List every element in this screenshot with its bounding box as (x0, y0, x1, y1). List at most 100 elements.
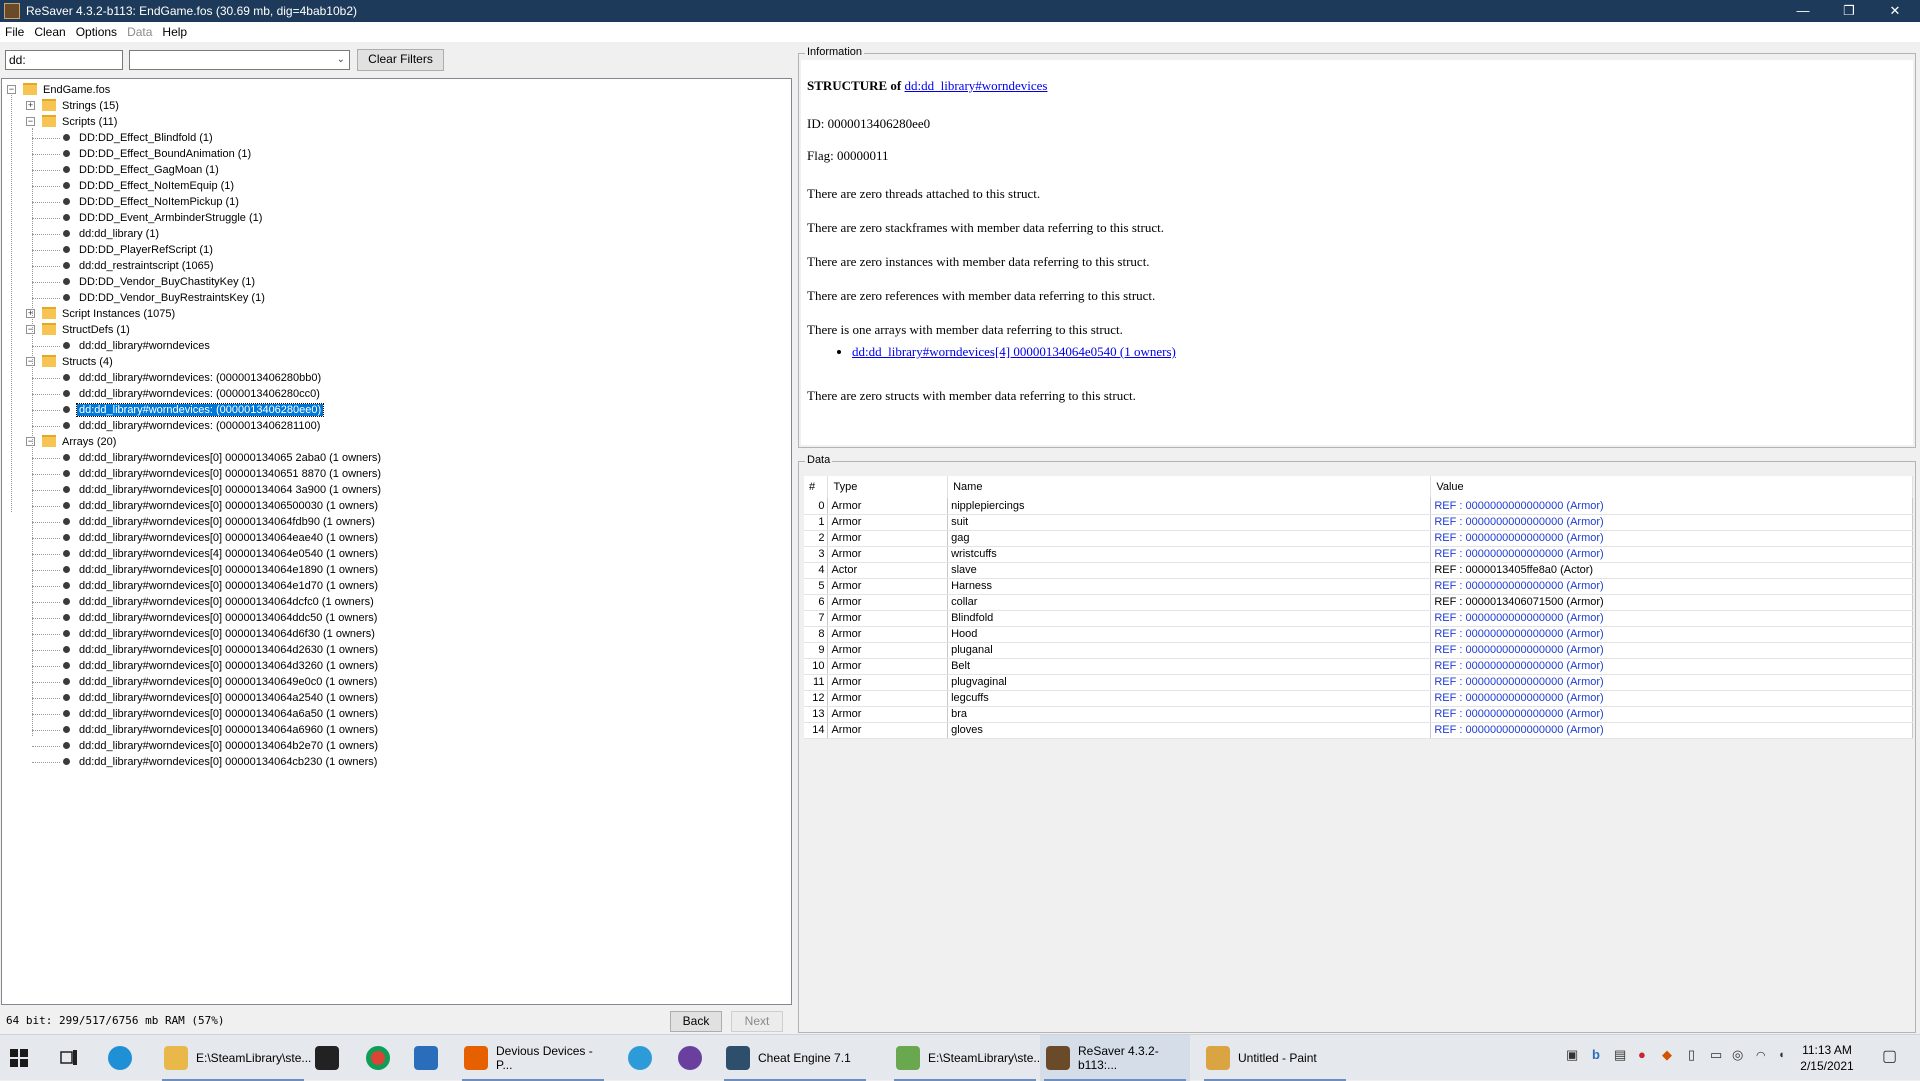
expand-icon[interactable]: + (26, 101, 35, 110)
chrome-pinned[interactable] (366, 1035, 396, 1081)
network-drive-icon[interactable]: ▣ (1566, 1047, 1578, 1063)
table-row[interactable]: 6 Armor collar REF : 0000013406071500 (Armo… (804, 594, 1913, 611)
tree-array-item[interactable]: dd:dd_library#worndevices[0] 00000134064… (63, 674, 379, 690)
table-row[interactable]: 8 Armor Hood REF : 0000000000000000 (Armor) (804, 626, 1913, 643)
tree-array-item[interactable]: dd:dd_library#worndevices[0] 00000134065… (63, 466, 383, 482)
data-table[interactable]: # Type Name Value 0 Armor nipplepiercings R… (804, 476, 1913, 739)
menu-clean[interactable]: Clean (29, 25, 70, 39)
tree-script-item[interactable]: DD:DD_Effect_NoItemPickup (1) (63, 194, 241, 210)
taskbar-app-button[interactable]: Devious Devices - P... (458, 1035, 608, 1081)
battery-icon[interactable]: ▭ (1710, 1047, 1722, 1063)
tree-node-strings[interactable]: Strings (15) (42, 98, 121, 114)
bing-icon[interactable]: b (1592, 1047, 1600, 1062)
usb-icon[interactable]: ▯ (1688, 1047, 1695, 1063)
tree-array-item[interactable]: dd:dd_library#worndevices[0] 00000134064… (63, 690, 380, 706)
menu-help[interactable]: Help (157, 25, 192, 39)
collapse-icon[interactable]: − (26, 437, 35, 446)
tree-array-item[interactable]: dd:dd_library#worndevices[0] 00000134064… (63, 562, 380, 578)
table-row[interactable]: 13 Armor bra REF : 0000000000000000 (Armor) (804, 706, 1913, 723)
store-pinned[interactable] (315, 1035, 345, 1081)
taskbar-app-button[interactable]: ReSaver 4.3.2-b113:... (1040, 1035, 1190, 1081)
tree-array-item[interactable]: dd:dd_library#worndevices[0] 00000134064… (63, 530, 380, 546)
tree-struct-item[interactable]: dd:dd_library#worndevices: (000001340628… (63, 418, 322, 434)
tree-node-script-instances[interactable]: Script Instances (1075) (42, 306, 177, 322)
table-row[interactable]: 12 Armor legcuffs REF : 0000000000000000 (A… (804, 690, 1913, 707)
taskbar-app-button[interactable]: Cheat Engine 7.1 (720, 1035, 870, 1081)
tree-struct-item[interactable]: dd:dd_library#worndevices: (000001340628… (63, 402, 325, 418)
taskbar-app-button[interactable]: Untitled - Paint (1200, 1035, 1350, 1081)
steam-icon[interactable]: ◎ (1732, 1047, 1743, 1063)
tree-array-item[interactable]: dd:dd_library#worndevices[0] 00000134064… (63, 482, 383, 498)
tree-array-item[interactable]: dd:dd_library#worndevices[0] 00000134064… (63, 642, 380, 658)
array-ref-link[interactable]: dd:dd_library#worndevices[4] 00000134064… (852, 344, 1176, 359)
tree-node-structdefs[interactable]: StructDefs (1) (42, 322, 132, 338)
table-row[interactable]: 4 Actor slave REF : 0000013405ffe8a0 (Actor… (804, 562, 1913, 579)
filter-text-input[interactable]: dd: (5, 50, 123, 70)
close-button[interactable]: ✕ (1872, 0, 1918, 22)
collapse-icon[interactable]: − (26, 117, 35, 126)
filter-combo[interactable]: ⌄ (129, 50, 350, 70)
mail-pinned[interactable] (414, 1035, 444, 1081)
tree-script-item[interactable]: dd:dd_restraintscript (1065) (63, 258, 216, 274)
expand-icon[interactable]: + (26, 309, 35, 318)
tree-node-structs[interactable]: Structs (4) (42, 354, 115, 370)
column-header-type[interactable]: Type (827, 476, 949, 498)
table-row[interactable]: 1 Armor suit REF : 0000000000000000 (Armor) (804, 514, 1913, 531)
tree-script-item[interactable]: DD:DD_Effect_GagMoan (1) (63, 162, 221, 178)
table-row[interactable]: 5 Armor Harness REF : 0000000000000000 (Arm… (804, 578, 1913, 595)
tree-array-item[interactable]: dd:dd_library#worndevices[0] 00000134064… (63, 722, 380, 738)
tree-array-item[interactable]: dd:dd_library#worndevices[0] 00000134064… (63, 626, 377, 642)
edge-pinned[interactable] (108, 1035, 138, 1081)
volume-icon[interactable]: ◖ (1778, 1049, 1785, 1061)
tree-array-item[interactable]: dd:dd_library#worndevices[0] 00000134064… (63, 754, 379, 770)
wifi-icon[interactable]: ◠ (1756, 1049, 1766, 1062)
table-row[interactable]: 0 Armor nipplepiercings REF : 0000000000000… (804, 498, 1913, 515)
menu-file[interactable]: File (0, 25, 29, 39)
tree-array-item[interactable]: dd:dd_library#worndevices[0] 00000134064… (63, 610, 379, 626)
tree-script-item[interactable]: DD:DD_Effect_NoItemEquip (1) (63, 178, 236, 194)
tree-array-item[interactable]: dd:dd_library#worndevices[0] 00000134065… (63, 450, 383, 466)
tree-struct-item[interactable]: dd:dd_library#worndevices: (000001340628… (63, 386, 322, 402)
task-view-button[interactable] (60, 1035, 84, 1081)
tree-script-item[interactable]: DD:DD_PlayerRefScript (1) (63, 242, 215, 258)
hardware-icon[interactable]: ▤ (1614, 1047, 1626, 1063)
tree-script-item[interactable]: DD:DD_Event_ArmbinderStruggle (1) (63, 210, 264, 226)
collapse-icon[interactable]: − (26, 357, 35, 366)
origin-icon[interactable]: ◆ (1662, 1047, 1672, 1063)
back-button[interactable]: Back (670, 1011, 722, 1032)
table-row[interactable]: 7 Armor Blindfold REF : 0000000000000000 (A… (804, 610, 1913, 627)
ie-pinned[interactable] (628, 1035, 658, 1081)
maximize-button[interactable]: ❐ (1826, 0, 1872, 22)
tor-pinned[interactable] (678, 1035, 708, 1081)
tree-script-item[interactable]: DD:DD_Effect_BoundAnimation (1) (63, 146, 253, 162)
tree-struct-item[interactable]: dd:dd_library#worndevices: (000001340628… (63, 370, 323, 386)
table-row[interactable]: 2 Armor gag REF : 0000000000000000 (Armor) (804, 530, 1913, 547)
tree-node-arrays[interactable]: Arrays (20) (42, 434, 118, 450)
antivirus-icon[interactable]: ● (1638, 1047, 1646, 1062)
tree-array-item[interactable]: dd:dd_library#worndevices[0] 00000134065… (63, 498, 380, 514)
next-button[interactable]: Next (731, 1011, 783, 1032)
tree-structdef-item[interactable]: dd:dd_library#worndevices (63, 338, 212, 354)
menu-options[interactable]: Options (71, 25, 122, 39)
taskbar-app-button[interactable]: E:\SteamLibrary\ste... (890, 1035, 1043, 1081)
tree-script-item[interactable]: dd:dd_library (1) (63, 226, 161, 242)
tree-script-item[interactable]: DD:DD_Effect_Blindfold (1) (63, 130, 215, 146)
taskbar-app-button[interactable]: E:\SteamLibrary\ste... (158, 1035, 311, 1081)
table-row[interactable]: 14 Armor gloves REF : 0000000000000000 (Arm… (804, 722, 1913, 739)
structdef-link[interactable]: dd:dd_library#worndevices (905, 78, 1048, 93)
tree-array-item[interactable]: dd:dd_library#worndevices[0] 00000134064… (63, 706, 380, 722)
table-row[interactable]: 3 Armor wristcuffs REF : 0000000000000000 (… (804, 546, 1913, 563)
tree-array-item[interactable]: dd:dd_library#worndevices[0] 00000134064… (63, 594, 376, 610)
table-row[interactable]: 10 Armor Belt REF : 0000000000000000 (Armor… (804, 658, 1913, 675)
table-row[interactable]: 11 Armor plugvaginal REF : 0000000000000000… (804, 674, 1913, 691)
collapse-icon[interactable]: − (26, 325, 35, 334)
tree-array-item[interactable]: dd:dd_library#worndevices[0] 00000134064… (63, 578, 380, 594)
start-button[interactable] (10, 1035, 40, 1081)
minimize-button[interactable]: — (1780, 0, 1826, 22)
clear-filters-button[interactable]: Clear Filters (357, 49, 444, 71)
menu-data[interactable]: Data (122, 25, 157, 39)
tree-array-item[interactable]: dd:dd_library#worndevices[4] 00000134064… (63, 546, 380, 562)
tree-array-item[interactable]: dd:dd_library#worndevices[0] 00000134064… (63, 658, 380, 674)
tree-array-item[interactable]: dd:dd_library#worndevices[0] 00000134064… (63, 514, 377, 530)
clock[interactable]: 11:13 AM 2/15/2021 (1796, 1042, 1858, 1074)
